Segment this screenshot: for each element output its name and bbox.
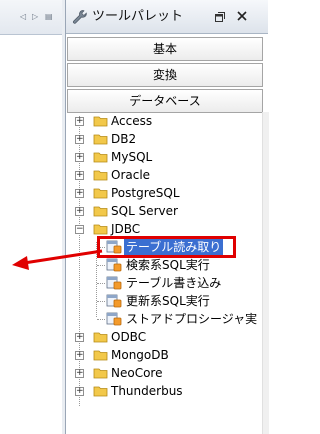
view-titlebar: ツールパレット <box>66 0 268 34</box>
expand-icon[interactable]: + <box>75 369 84 378</box>
tree-node-label: Oracle <box>111 168 151 182</box>
folder-icon <box>93 386 108 397</box>
restore-window-icon[interactable] <box>214 11 226 23</box>
db-tool-icon <box>106 294 122 308</box>
expand-icon[interactable]: + <box>75 153 84 162</box>
tool-item-update-sql[interactable]: 更新系SQL実行 <box>66 292 262 310</box>
expand-icon[interactable]: + <box>75 171 84 180</box>
tool-item-table-write[interactable]: テーブル書き込み <box>66 274 262 292</box>
tree-node-label: Thunderbus <box>111 384 183 398</box>
folder-icon <box>93 170 108 181</box>
tree-node-label: MySQL <box>111 150 153 164</box>
wrench-icon <box>73 10 87 24</box>
tab-scroll-left-icon[interactable]: ◁ <box>20 12 26 22</box>
tree-guide-line <box>97 283 105 284</box>
tree-node-label: DB2 <box>111 132 137 146</box>
expand-icon[interactable]: + <box>75 333 84 342</box>
tree-node-sql-server[interactable]: + SQL Server <box>66 202 262 220</box>
db-tool-icon <box>106 258 122 272</box>
close-icon[interactable] <box>236 10 248 22</box>
view-title: ツールパレット <box>92 9 184 24</box>
annotation-highlight-box <box>97 236 236 258</box>
tool-item-label: テーブル書き込み <box>126 276 222 290</box>
tool-item-label: 更新系SQL実行 <box>126 294 210 308</box>
tree-node-thunderbus[interactable]: + Thunderbus <box>66 382 262 400</box>
tool-item-select-sql[interactable]: 検索系SQL実行 <box>66 256 262 274</box>
editor-pane: ◁ ▷ ▤ <box>0 0 63 434</box>
drawer-database[interactable]: データベース <box>67 89 263 113</box>
expand-icon[interactable]: + <box>75 189 84 198</box>
tree-scrollbar[interactable] <box>262 112 269 434</box>
expand-icon[interactable]: + <box>75 135 84 144</box>
tab-list-icon[interactable]: ▤ <box>45 12 53 22</box>
expand-icon[interactable]: + <box>75 387 84 396</box>
db-tool-icon <box>106 312 122 326</box>
folder-icon <box>93 332 108 343</box>
tree-node-label: Access <box>111 114 153 128</box>
tree-node-oracle[interactable]: + Oracle <box>66 166 262 184</box>
tree-node-label: MongoDB <box>111 348 169 362</box>
folder-icon <box>93 188 108 199</box>
tool-tree: + Access + DB2 + MySQL + Oracle + Postgr… <box>66 112 262 434</box>
folder-icon <box>93 134 108 145</box>
expand-icon[interactable]: + <box>75 117 84 126</box>
folder-icon <box>93 116 108 127</box>
tree-guide-line <box>97 319 105 320</box>
folder-icon <box>93 224 108 235</box>
tree-node-label: NeoCore <box>111 366 163 380</box>
tree-node-mysql[interactable]: + MySQL <box>66 148 262 166</box>
tab-scroll-right-icon[interactable]: ▷ <box>32 12 38 22</box>
tree-node-db2[interactable]: + DB2 <box>66 130 262 148</box>
tool-item-stored-procedure[interactable]: ストアドプロシージャ実 <box>66 310 262 328</box>
folder-icon <box>93 368 108 379</box>
tree-node-access[interactable]: + Access <box>66 112 262 130</box>
tree-node-odbc[interactable]: + ODBC <box>66 328 262 346</box>
expand-icon[interactable]: + <box>75 207 84 216</box>
tree-node-neocore[interactable]: + NeoCore <box>66 364 262 382</box>
db-tool-icon <box>106 276 122 290</box>
tree-node-label: PostgreSQL <box>111 186 180 200</box>
tool-item-label: 検索系SQL実行 <box>126 258 210 272</box>
tree-node-label: SQL Server <box>111 204 178 218</box>
expand-icon[interactable]: + <box>75 351 84 360</box>
tree-guide-line <box>97 301 105 302</box>
tree-guide-line <box>97 265 105 266</box>
drawer-basic[interactable]: 基本 <box>67 37 263 61</box>
drawer-transform[interactable]: 変換 <box>67 63 263 87</box>
collapse-icon[interactable]: − <box>75 225 84 234</box>
folder-icon <box>93 350 108 361</box>
tree-node-postgresql[interactable]: + PostgreSQL <box>66 184 262 202</box>
editor-pane-header: ◁ ▷ ▤ <box>0 0 62 35</box>
tool-palette-view: ツールパレット 基本 変換 データベース + Access + DB2 + My… <box>65 0 269 434</box>
folder-icon <box>93 152 108 163</box>
tool-item-label: ストアドプロシージャ実 <box>126 312 258 326</box>
tree-node-mongodb[interactable]: + MongoDB <box>66 346 262 364</box>
tree-node-label: ODBC <box>111 330 147 344</box>
folder-icon <box>93 206 108 217</box>
